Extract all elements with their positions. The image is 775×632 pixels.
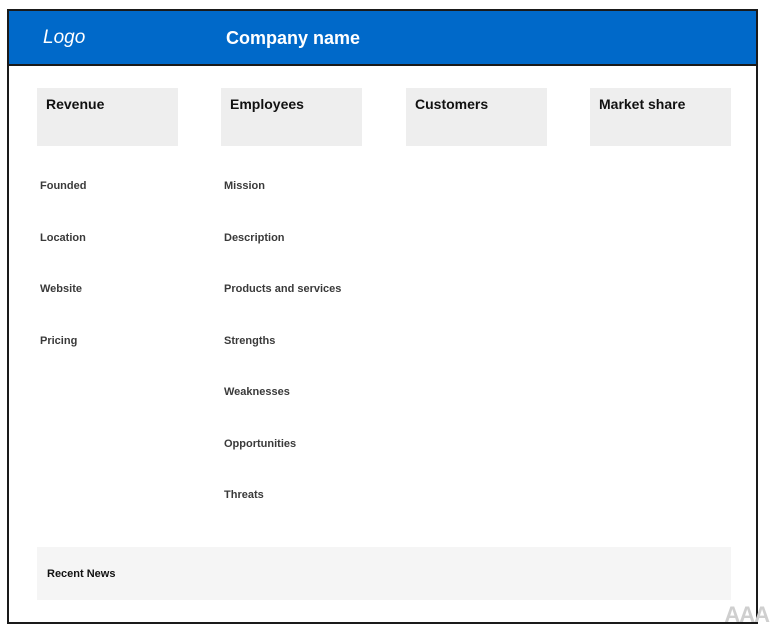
field-strengths: Strengths	[224, 335, 276, 347]
watermark: AAA	[724, 602, 770, 627]
field-weaknesses: Weaknesses	[224, 386, 290, 398]
field-location: Location	[40, 232, 86, 244]
stat-label-revenue: Revenue	[46, 96, 105, 112]
field-pricing: Pricing	[40, 335, 78, 347]
page-frame: Logo Company name Revenue Employees Cust…	[7, 9, 758, 624]
logo[interactable]: Logo	[43, 27, 85, 49]
recent-news-panel: Recent News	[37, 547, 731, 600]
company-name: Company name	[226, 28, 361, 48]
stat-label-customers: Customers	[415, 96, 489, 112]
stat-card-employees: Employees	[221, 88, 362, 146]
field-threats: Threats	[224, 489, 264, 501]
field-opportunities: Opportunities	[224, 438, 297, 450]
stat-card-revenue: Revenue	[37, 88, 178, 146]
field-website: Website	[40, 283, 82, 295]
stat-card-market-share: Market share	[590, 88, 731, 146]
field-description: Description	[224, 232, 285, 244]
stat-label-market-share: Market share	[599, 96, 686, 112]
stat-card-customers: Customers	[406, 88, 547, 146]
stat-label-employees: Employees	[230, 96, 304, 112]
recent-news-label: Recent News	[47, 568, 116, 580]
field-products-and-services: Products and services	[224, 283, 342, 295]
header-bar: Logo Company name	[9, 11, 756, 66]
field-founded: Founded	[40, 180, 87, 192]
field-mission: Mission	[224, 180, 265, 192]
